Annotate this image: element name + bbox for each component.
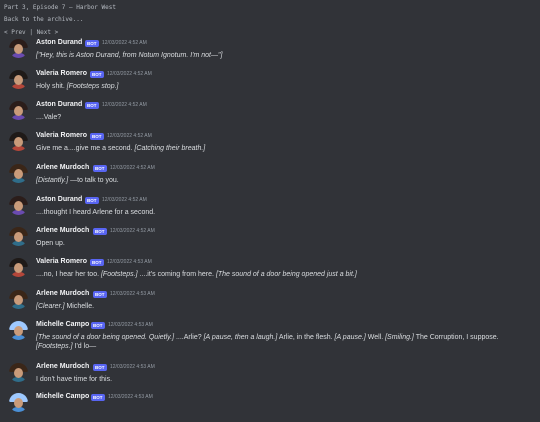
message-row: Aston Durand BOT 12/03/2022 4:52 AM ....Val… <box>0 100 540 130</box>
bot-badge: BOT <box>85 197 99 204</box>
message-row: Michelle Campo BOT 12/03/2022 4:53 AM [The … <box>0 320 540 350</box>
episode-title: Part 3, Episode 7 — Harbor West <box>4 4 116 11</box>
avatar[interactable] <box>9 164 28 183</box>
bot-badge: BOT <box>90 133 104 140</box>
author-name[interactable]: Michelle Campo <box>36 321 89 328</box>
message-row: Michelle Campo BOT 12/03/2022 4:53 AM <box>0 392 540 422</box>
author-name[interactable]: Valeria Romero <box>36 258 87 265</box>
message-timestamp: 12/03/2022 4:52 AM <box>110 165 155 171</box>
message-text: [Distantly.] —to talk to you. <box>36 177 119 184</box>
message-row: Arlene Murdoch BOT 12/03/2022 4:53 AM I don… <box>0 362 540 392</box>
avatar[interactable] <box>9 321 28 340</box>
avatar[interactable] <box>9 70 28 89</box>
message-text: ....Vale? <box>36 114 62 121</box>
message-row: Arlene Murdoch BOT 12/03/2022 4:52 AM Open … <box>0 226 540 256</box>
avatar[interactable] <box>9 196 28 215</box>
author-name[interactable]: Aston Durand <box>36 196 82 203</box>
author-name[interactable]: Aston Durand <box>36 101 82 108</box>
nav-separator: | <box>29 29 33 36</box>
author-name[interactable]: Aston Durand <box>36 39 82 46</box>
back-to-archive-link[interactable]: Back to the archive... <box>4 16 83 23</box>
message-timestamp: 12/03/2022 4:52 AM <box>102 40 147 46</box>
avatar[interactable] <box>9 101 28 120</box>
message-text: ....thought I heard Arlene for a second. <box>36 209 156 216</box>
bot-badge: BOT <box>93 165 107 172</box>
message-timestamp: 12/03/2022 4:52 AM <box>107 71 152 77</box>
author-name[interactable]: Arlene Murdoch <box>36 290 89 297</box>
message-timestamp: 12/03/2022 4:53 AM <box>108 322 153 328</box>
avatar[interactable] <box>9 132 28 151</box>
avatar[interactable] <box>9 258 28 277</box>
author-name[interactable]: Michelle Campo <box>36 393 89 400</box>
bot-badge: BOT <box>90 259 104 266</box>
author-name[interactable]: Valeria Romero <box>36 70 87 77</box>
message-row: Valeria Romero BOT 12/03/2022 4:53 AM ....n… <box>0 257 540 287</box>
message-timestamp: 12/03/2022 4:52 AM <box>102 197 147 203</box>
message-text: Open up. <box>36 240 65 247</box>
message-row: Valeria Romero BOT 12/03/2022 4:52 AM Holy … <box>0 69 540 99</box>
prev-button[interactable]: < Prev <box>4 29 26 36</box>
avatar[interactable] <box>9 393 28 412</box>
message-row: Valeria Romero BOT 12/03/2022 4:52 AM Give … <box>0 131 540 161</box>
avatar[interactable] <box>9 363 28 382</box>
message-timestamp: 12/03/2022 4:53 AM <box>107 259 152 265</box>
avatar[interactable] <box>9 290 28 309</box>
message-text: ["Hey, this is Aston Durand, from Notum … <box>36 52 223 59</box>
message-row: Arlene Murdoch BOT 12/03/2022 4:52 AM [Dist… <box>0 163 540 193</box>
message-row: Arlene Murdoch BOT 12/03/2022 4:53 AM [Clea… <box>0 289 540 319</box>
bot-badge: BOT <box>93 364 107 371</box>
episode-nav: < Prev | Next > <box>4 29 58 36</box>
message-text: ....no, I hear her too. [Footsteps.] ...… <box>36 271 357 278</box>
message-timestamp: 12/03/2022 4:52 AM <box>110 228 155 234</box>
message-row: Aston Durand BOT 12/03/2022 4:52 AM ["Hey, … <box>0 38 540 68</box>
message-text: I don't have time for this. <box>36 376 113 383</box>
message-timestamp: 12/03/2022 4:53 AM <box>110 364 155 370</box>
author-name[interactable]: Arlene Murdoch <box>36 164 89 171</box>
bot-badge: BOT <box>93 228 107 235</box>
message-text: Give me a....give me a second. [Catching… <box>36 145 206 152</box>
author-name[interactable]: Valeria Romero <box>36 132 87 139</box>
avatar[interactable] <box>9 227 28 246</box>
message-timestamp: 12/03/2022 4:52 AM <box>102 102 147 108</box>
message-text: [Clearer.] Michelle. <box>36 303 95 310</box>
next-button[interactable]: Next > <box>37 29 59 36</box>
bot-badge: BOT <box>93 291 107 298</box>
message-timestamp: 12/03/2022 4:53 AM <box>110 291 155 297</box>
bot-badge: BOT <box>85 40 99 47</box>
author-name[interactable]: Arlene Murdoch <box>36 363 89 370</box>
message-row: Aston Durand BOT 12/03/2022 4:52 AM ....tho… <box>0 195 540 225</box>
bot-badge: BOT <box>91 322 105 329</box>
message-timestamp: 12/03/2022 4:52 AM <box>107 133 152 139</box>
bot-badge: BOT <box>90 71 104 78</box>
bot-badge: BOT <box>85 102 99 109</box>
avatar[interactable] <box>9 39 28 58</box>
message-text: [The sound of a door being opened. Quiet… <box>36 334 499 350</box>
message-timestamp: 12/03/2022 4:53 AM <box>108 394 153 400</box>
message-text: Holy shit. [Footsteps stop.] <box>36 83 119 90</box>
bot-badge: BOT <box>91 394 105 401</box>
author-name[interactable]: Arlene Murdoch <box>36 227 89 234</box>
